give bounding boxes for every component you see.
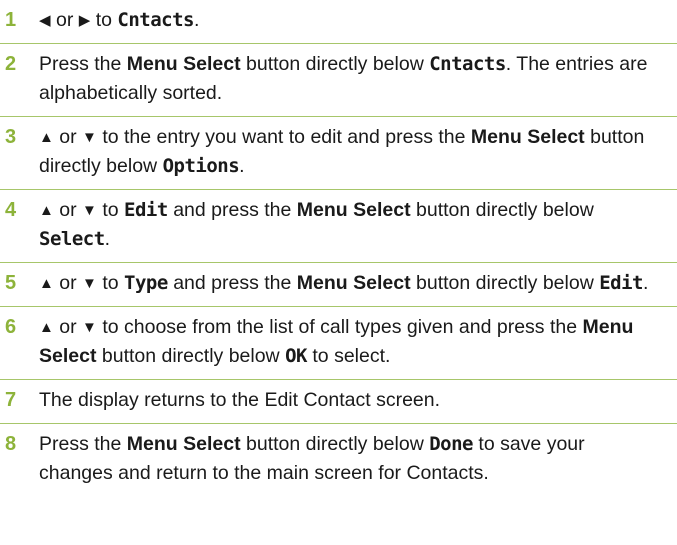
step-text: and press the	[173, 272, 292, 294]
left-arrow-icon: ◀	[39, 12, 51, 29]
lcd-label-cntacts: Cntacts	[117, 9, 194, 31]
step-5: 5 ▲ or ▼ to Type and press the Menu Sele…	[0, 263, 677, 307]
step-text: to the entry you want to edit and press …	[102, 126, 466, 148]
step-number: 5	[5, 272, 17, 294]
instruction-steps: 1 ◀ or ▶ to Cntacts. 2 Press the Menu Se…	[0, 0, 677, 496]
step-text: button directly below	[416, 272, 594, 294]
step-number: 8	[5, 433, 17, 455]
lcd-label-edit: Edit	[599, 272, 643, 294]
step-number: 2	[5, 53, 17, 75]
step-number: 6	[5, 316, 17, 338]
down-arrow-icon: ▼	[82, 202, 97, 219]
step-text: button directly below	[246, 433, 424, 455]
or-text: or	[55, 9, 74, 31]
step-3: 3 ▲ or ▼ to the entry you want to edit a…	[0, 117, 677, 190]
step-number: 3	[5, 126, 17, 148]
down-arrow-icon: ▼	[82, 319, 97, 336]
lcd-label-ok: OK	[285, 345, 307, 367]
or-text: or	[59, 316, 77, 338]
step-text: Press the	[39, 433, 122, 455]
or-text: or	[59, 126, 77, 148]
step-text-tail: .	[104, 228, 111, 250]
step-6: 6 ▲ or ▼ to choose from the list of call…	[0, 307, 677, 380]
lcd-label-done: Done	[429, 433, 473, 455]
menu-select-label: Menu Select	[126, 433, 241, 455]
step-text: The display returns to the Edit Contact …	[39, 389, 441, 411]
lcd-label-cntacts: Cntacts	[429, 53, 506, 75]
step-text-tail: .	[193, 9, 200, 31]
step-text: to	[102, 272, 119, 294]
menu-select-label: Menu Select	[296, 199, 411, 221]
step-text: button directly below	[101, 345, 280, 367]
menu-select-label: Menu Select	[470, 126, 585, 148]
down-arrow-icon: ▼	[82, 129, 97, 146]
lcd-label-options: Options	[162, 155, 240, 177]
up-arrow-icon: ▲	[39, 275, 54, 292]
menu-select-label: Menu Select	[126, 53, 241, 75]
step-text: and press the	[173, 199, 292, 221]
step-4: 4 ▲ or ▼ to Edit and press the Menu Sele…	[0, 190, 677, 263]
up-arrow-icon: ▲	[39, 202, 54, 219]
step-text: Press the	[39, 53, 122, 75]
step-text: to select.	[312, 345, 391, 367]
lcd-label-select: Select	[39, 228, 105, 250]
lcd-label-type: Type	[124, 272, 168, 294]
step-number: 1	[5, 9, 17, 31]
or-text: or	[59, 272, 77, 294]
step-text: to choose from the list of call types gi…	[102, 316, 578, 338]
or-text: or	[59, 199, 77, 221]
step-text: to	[95, 9, 112, 31]
up-arrow-icon: ▲	[39, 319, 54, 336]
step-7: 7 The display returns to the Edit Contac…	[0, 380, 677, 424]
down-arrow-icon: ▼	[82, 275, 97, 292]
step-8: 8 Press the Menu Select button directly …	[0, 424, 677, 496]
step-text: button directly below	[416, 199, 594, 221]
step-text-tail: .	[239, 155, 245, 177]
step-number: 7	[5, 389, 17, 411]
up-arrow-icon: ▲	[39, 129, 54, 146]
step-text: to	[102, 199, 119, 221]
step-1: 1 ◀ or ▶ to Cntacts.	[0, 0, 677, 44]
step-number: 4	[5, 199, 17, 221]
menu-select-label: Menu Select	[296, 272, 411, 294]
step-text: button directly below	[246, 53, 424, 75]
step-text-tail: .	[642, 272, 649, 294]
lcd-label-edit: Edit	[124, 199, 168, 221]
step-2: 2 Press the Menu Select button directly …	[0, 44, 677, 117]
right-arrow-icon: ▶	[78, 12, 91, 29]
